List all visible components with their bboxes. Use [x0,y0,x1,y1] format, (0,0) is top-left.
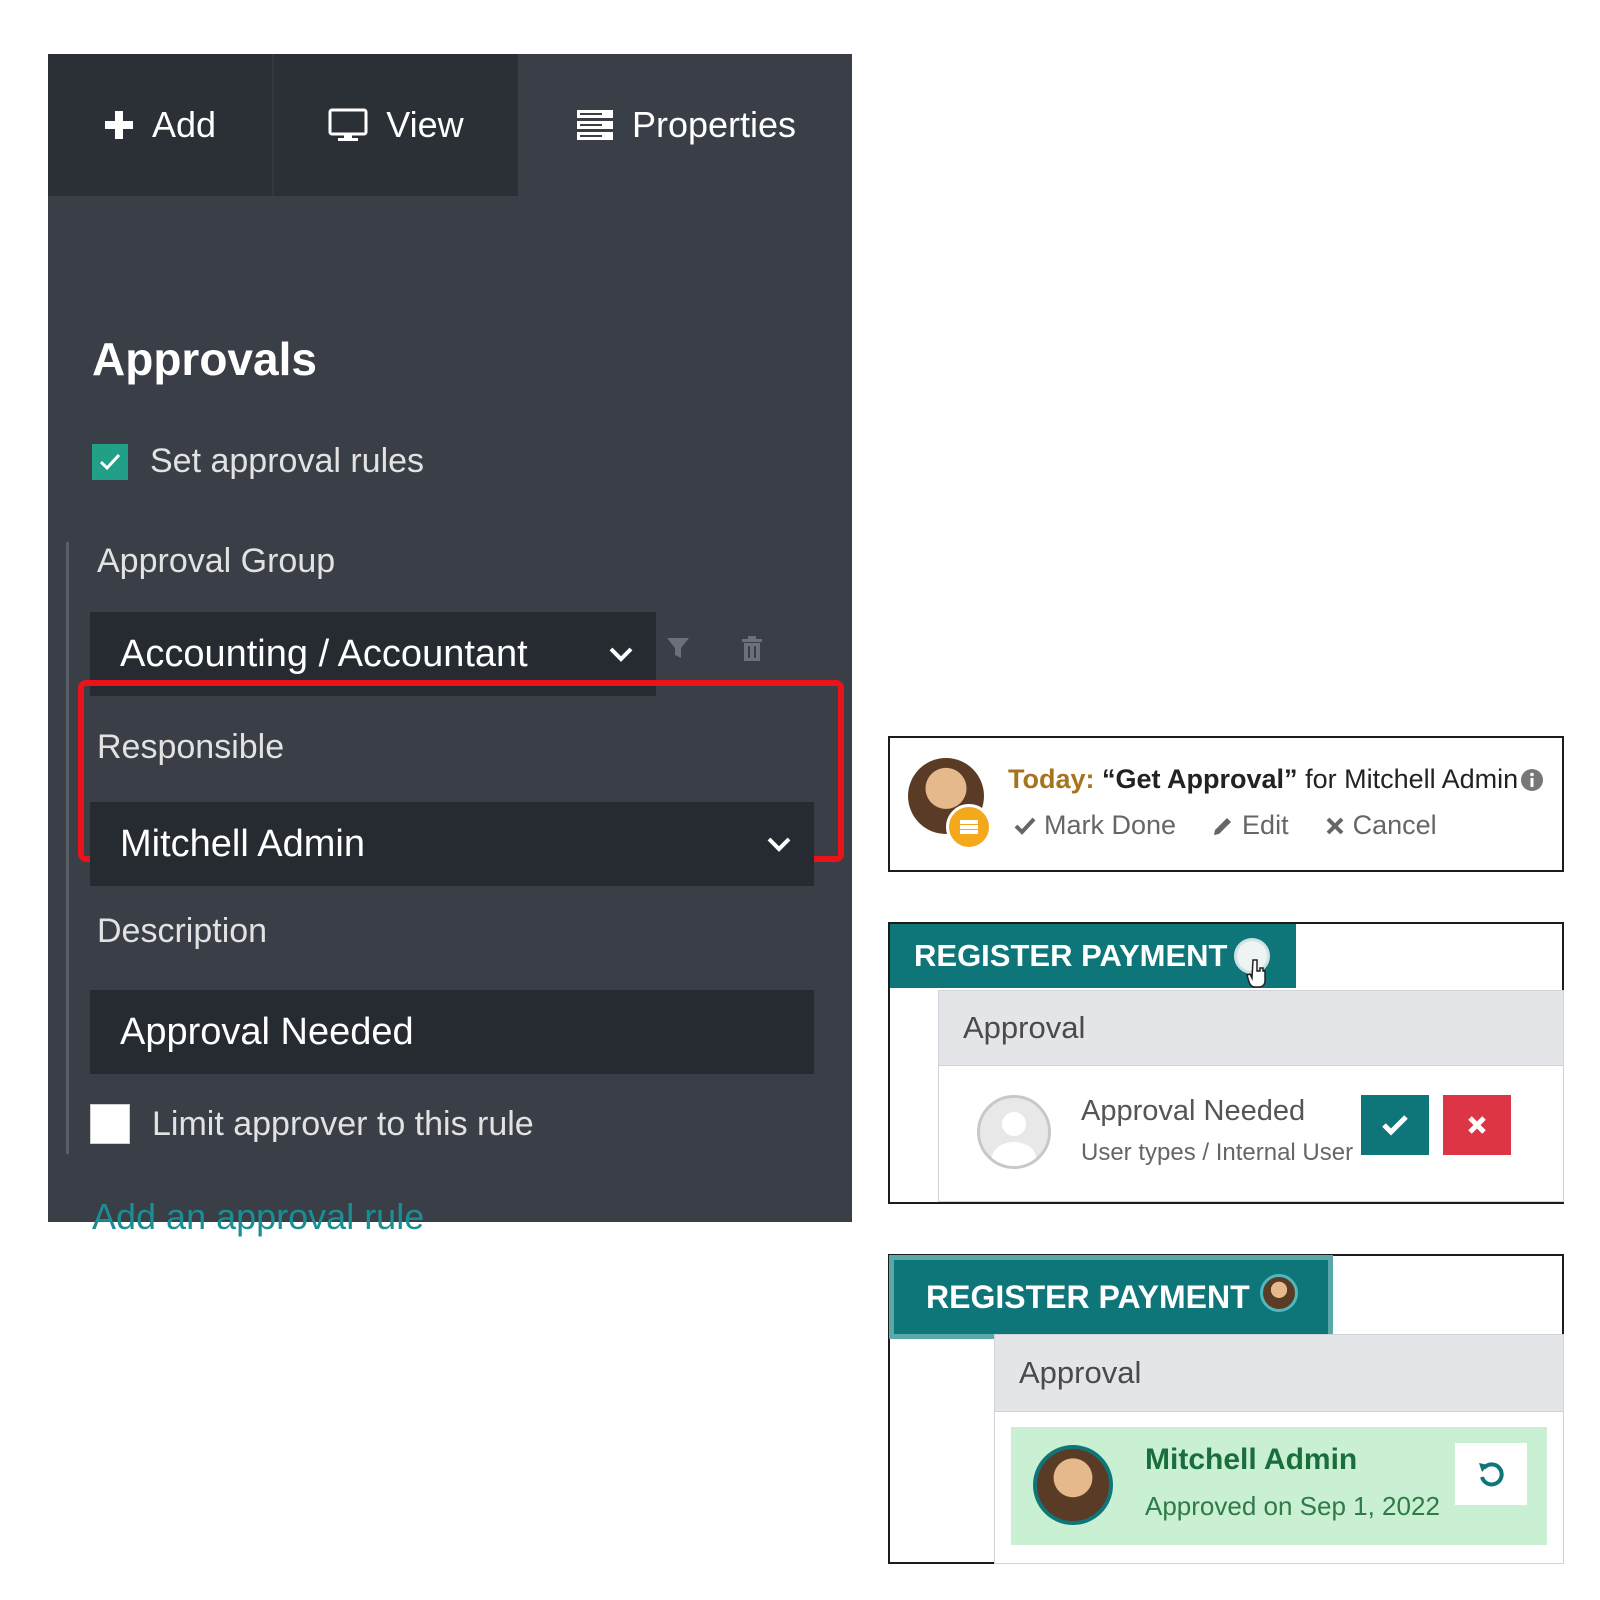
hand-cursor-icon [1246,959,1266,988]
approver-avatar-icon[interactable] [1260,1274,1298,1312]
limit-approver-label: Limit approver to this rule [152,1104,534,1143]
mark-done-button[interactable]: Mark Done [1014,810,1176,841]
server-icon [576,109,614,141]
approver-name: Mitchell Admin [1145,1443,1358,1476]
edit-label: Edit [1242,810,1289,840]
revoke-button[interactable] [1455,1443,1527,1505]
activity-actions: Mark Done Edit Cancel [1014,810,1437,841]
reject-button[interactable] [1443,1095,1511,1155]
approval-rule-group: User types / Internal User [1081,1139,1354,1166]
description-value: Approval Needed [120,1010,414,1053]
chevron-down-icon [609,647,633,662]
studio-tabs: Add View Properties [48,54,852,196]
avatar [1033,1445,1113,1525]
approved-panel: REGISTER PAYMENT Approval Mitchell Admin… [888,1254,1564,1564]
studio-sidebar: Add View Properties Approvals Set approv… [48,54,852,1237]
approval-popover: Approval Mitchell Admin Approved on Sep … [994,1334,1564,1564]
tab-properties[interactable]: Properties [520,54,852,196]
responsible-value: Mitchell Admin [120,822,365,865]
approval-popover-header: Approval [995,1335,1563,1412]
limit-approver-checkbox[interactable] [90,1104,130,1144]
activity-summary: “Get Approval” [1102,764,1298,794]
rule-divider [66,542,69,1154]
set-approval-rules-row[interactable]: Set approval rules [92,442,424,481]
limit-approver-row[interactable]: Limit approver to this rule [90,1104,534,1144]
pending-approval-panel: REGISTER PAYMENT Approval Approval Neede… [888,922,1564,1204]
tab-properties-label: Properties [631,104,797,145]
edit-button[interactable]: Edit [1212,810,1289,841]
tab-view-label: View [386,104,464,145]
activity-assignee: for Mitchell Admin [1305,764,1519,794]
description-input[interactable]: Approval Needed [90,990,814,1074]
register-payment-label: REGISTER PAYMENT [926,1278,1250,1315]
close-icon [1468,1116,1486,1134]
approval-rule-title: Approval Needed [1081,1095,1306,1127]
activity-type-icon [946,804,992,850]
cancel-label: Cancel [1352,810,1437,840]
tab-add[interactable]: Add [48,54,274,196]
set-approval-rules-checkbox[interactable] [92,443,128,480]
add-approval-rule-link[interactable]: Add an approval rule [92,1196,424,1238]
page-title: Approvals [92,333,317,385]
pencil-icon [1214,817,1232,835]
responsible-select[interactable]: Mitchell Admin [90,802,814,886]
approval-popover-header: Approval [939,991,1563,1066]
cancel-button[interactable]: Cancel [1325,810,1437,841]
info-icon[interactable] [1520,768,1544,797]
approve-button[interactable] [1361,1095,1429,1155]
close-icon [1326,817,1343,834]
register-payment-label: REGISTER PAYMENT [914,938,1228,973]
activity-item: Today: “Get Approval” for Mitchell Admin… [888,736,1564,872]
approval-group-label: Approval Group [97,542,336,580]
check-icon [1382,1115,1408,1136]
set-approval-rules-label: Set approval rules [150,442,425,480]
mark-done-label: Mark Done [1044,810,1177,840]
approval-popover: Approval Approval Needed User types / In… [938,990,1564,1202]
tab-view[interactable]: View [274,54,518,196]
filter-icon[interactable] [666,636,690,665]
tab-add-label: Add [151,104,217,145]
activity-summary-line: Today: “Get Approval” for Mitchell Admin [1008,764,1518,795]
undo-icon [1479,1462,1504,1487]
avatar [977,1095,1051,1169]
responsible-label: Responsible [97,728,285,766]
approval-group-value: Accounting / Accountant [120,632,528,675]
checkmark-icon [99,453,121,470]
approval-date: Approved on Sep 1, 2022 [1145,1491,1440,1521]
check-icon [1014,817,1036,835]
chevron-down-icon [767,837,791,852]
activity-due-label: Today: [1008,764,1095,794]
trash-icon[interactable] [740,636,764,667]
approved-entry: Mitchell Admin Approved on Sep 1, 2022 [1011,1427,1547,1545]
plus-icon [104,110,134,140]
description-label: Description [97,912,268,950]
monitor-icon [328,108,368,142]
